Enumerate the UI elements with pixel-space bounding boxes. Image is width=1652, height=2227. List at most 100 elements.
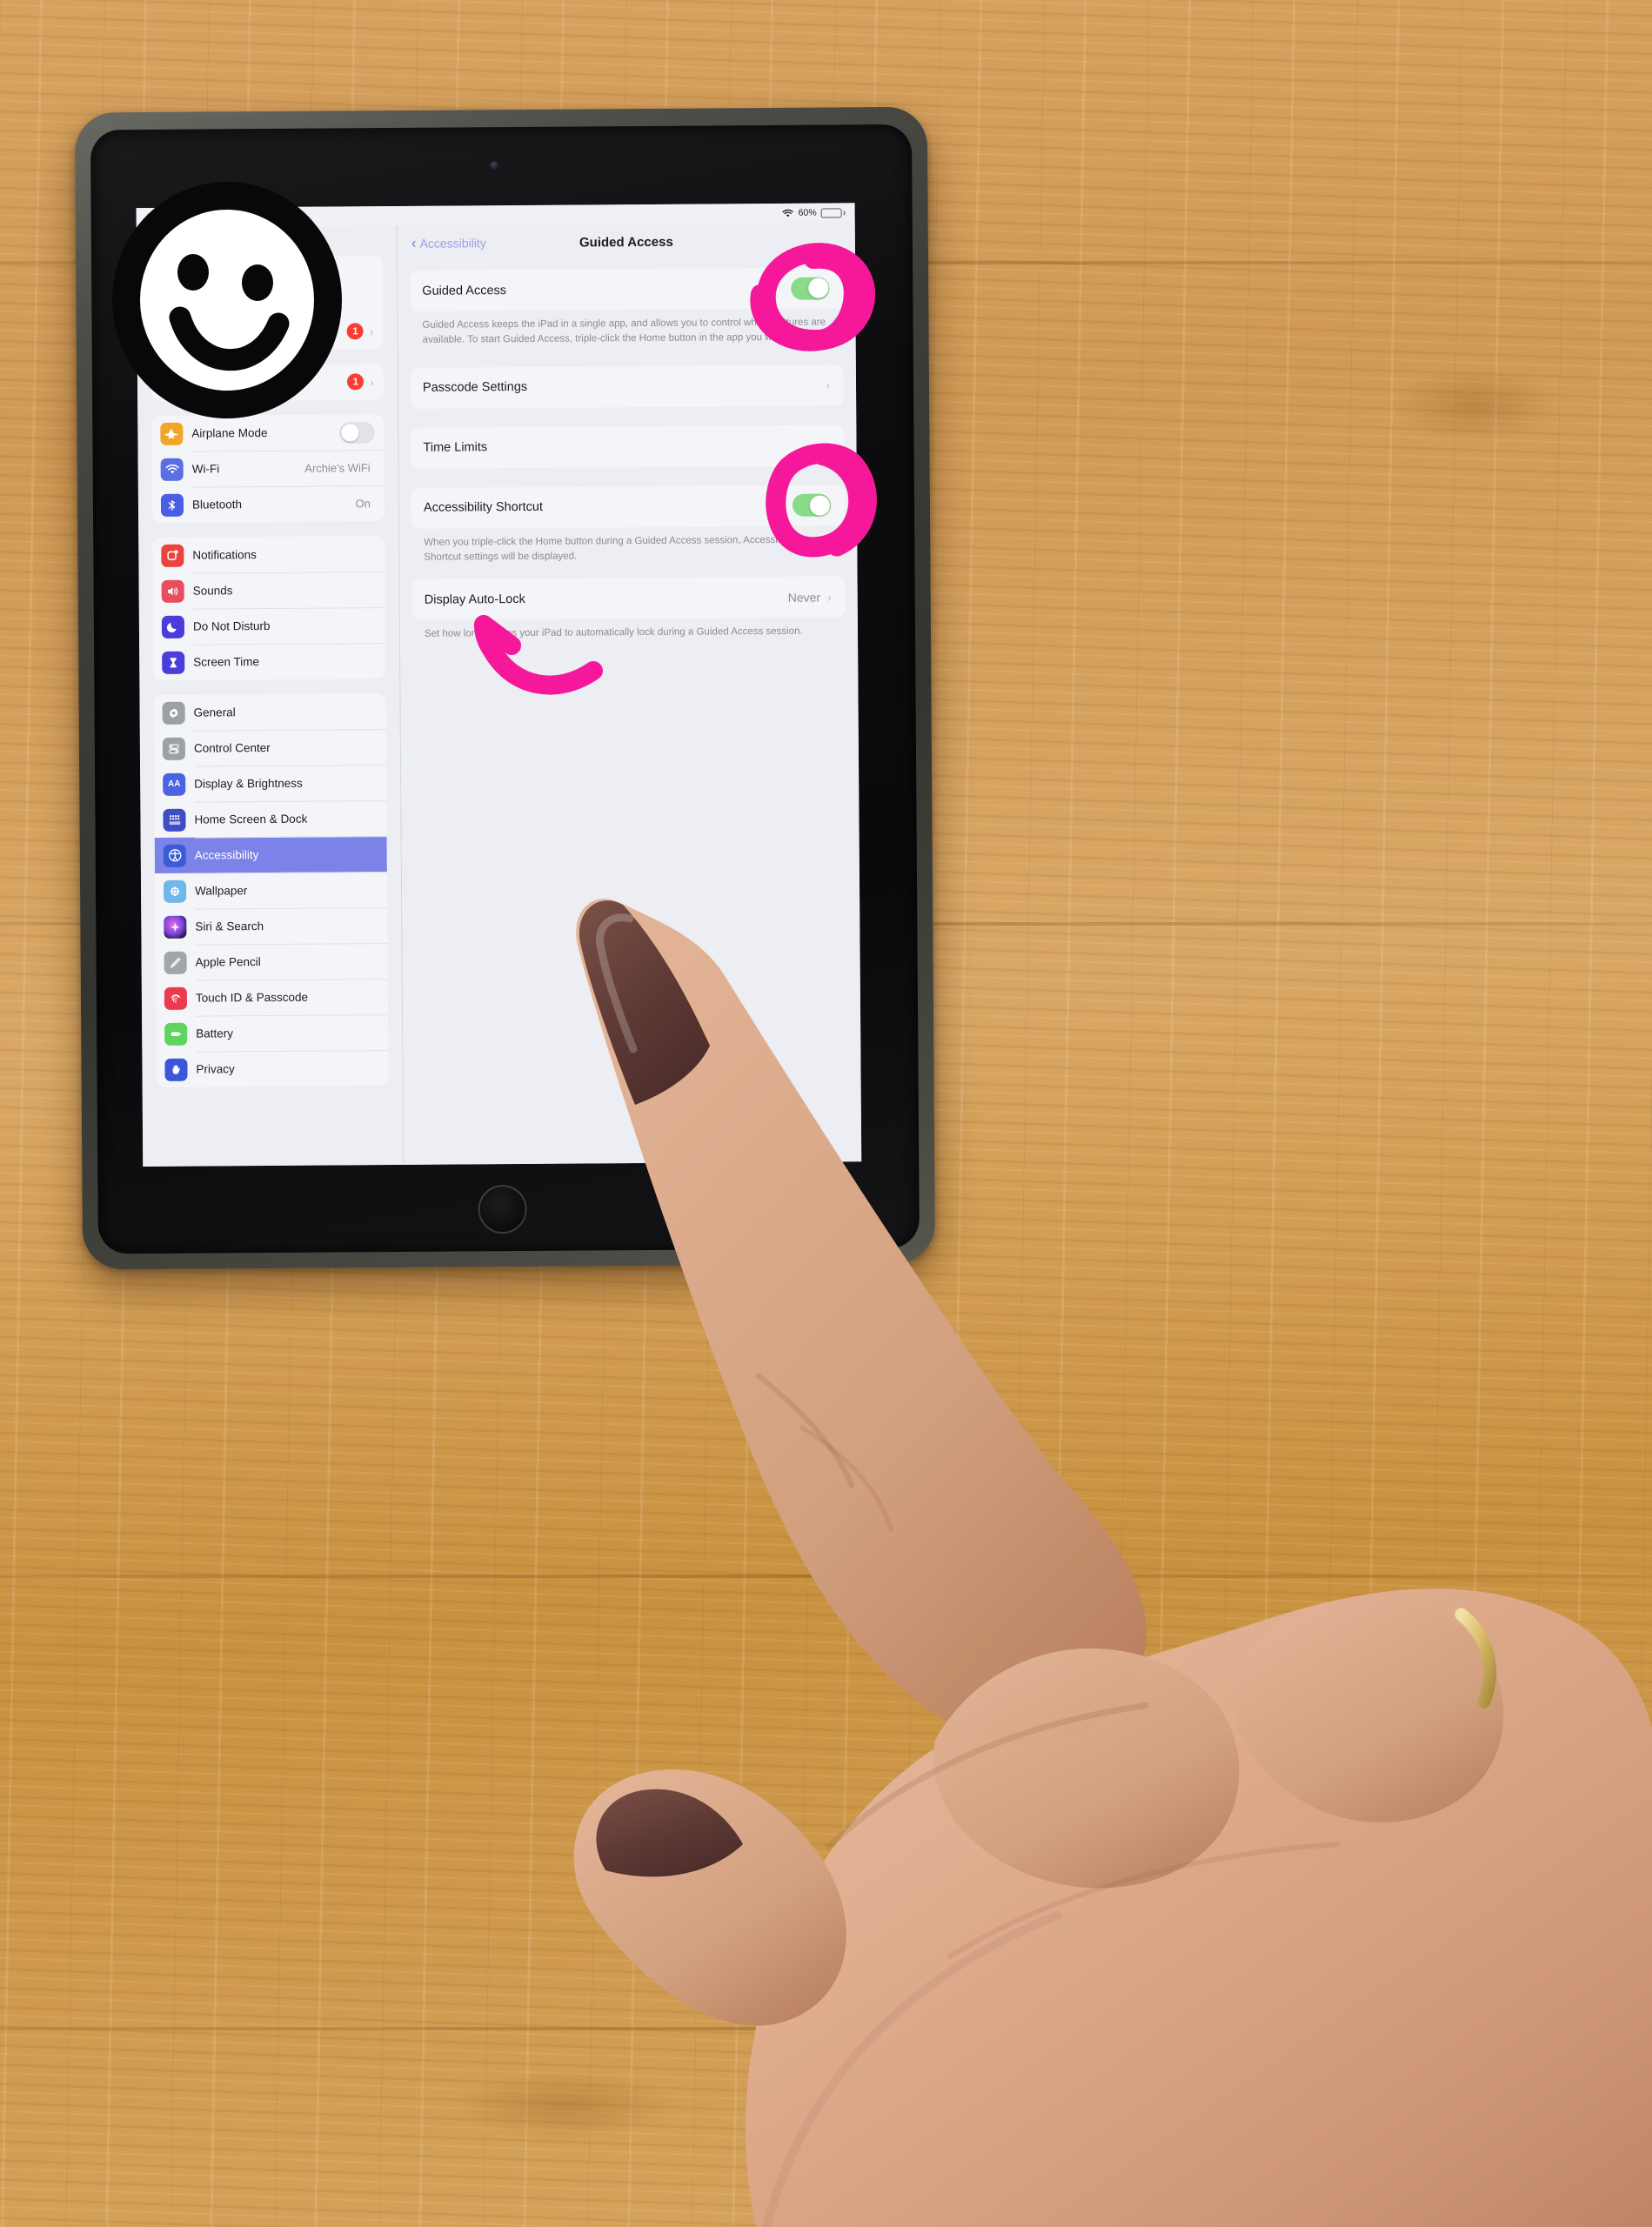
chevron-right-icon: › (826, 590, 832, 605)
sidebar-item-airplane-mode[interactable]: Airplane Mode (151, 414, 384, 451)
battery-percent-label: 60% (798, 207, 817, 218)
status-bar-right: 60% (782, 207, 846, 218)
wallpaper-icon (163, 879, 187, 903)
sidebar-item-notifications[interactable]: Notifications (152, 536, 385, 573)
sidebar-item-label: Finish Setting Up Your iPad (159, 375, 304, 390)
status-badge: 1 (347, 373, 365, 391)
back-button-label: Accessibility (419, 236, 486, 251)
chevron-right-icon: › (826, 438, 831, 452)
sidebar-item-display-and-brightness[interactable]: AA Display & Brightness (154, 765, 386, 802)
sidebar-item-label: Sounds (192, 584, 233, 598)
apple-id-name: Brown (206, 271, 244, 288)
chevron-left-icon: ‹ (411, 234, 417, 251)
sidebar-item-label: Screen Time (193, 655, 260, 669)
sidebar-item-touch-id-and-passcode[interactable]: Touch ID & Passcode (156, 979, 388, 1016)
accessibility-shortcut-toggle[interactable] (792, 493, 832, 517)
avatar (159, 267, 197, 305)
guided-access-label: Guided Access (422, 283, 507, 298)
sidebar-item-wallpaper[interactable]: Wallpaper (155, 872, 387, 909)
detail-scroll[interactable]: Guided Access Guided Access keeps the iP… (398, 258, 861, 1165)
bluetooth-icon (160, 493, 184, 517)
ipad-screen: 4:24 PM Tue May 11 60% Settings Brown d,… (136, 203, 862, 1167)
sidebar-item-control-center[interactable]: Control Center (154, 729, 386, 766)
sidebar-item-home-screen-and-dock[interactable]: Home Screen & Dock (154, 800, 386, 838)
sounds-icon (161, 579, 184, 603)
display-brightness-icon: AA (163, 772, 186, 796)
sidebar-item-apple-id[interactable]: Brown d, Media & Purchases (150, 256, 383, 315)
sidebar-item-battery[interactable]: Battery (156, 1014, 388, 1052)
sidebar-item-accessibility[interactable]: Accessibility (154, 836, 387, 873)
moon-icon (161, 615, 185, 639)
gear-icon (162, 701, 185, 725)
passcode-settings-label: Passcode Settings (422, 379, 528, 395)
guided-access-detail-pane: ‹ Accessibility Guided Access Guided Acc… (397, 222, 862, 1165)
sidebar-item-label: Update Apple ID Settings (159, 324, 291, 339)
notifications-icon (161, 544, 184, 567)
sidebar-item-label: Bluetooth (191, 498, 243, 512)
sidebar-item-label: Battery (196, 1027, 234, 1040)
sidebar-item-do-not-disturb[interactable]: Do Not Disturb (153, 607, 385, 645)
battery-icon (820, 207, 846, 218)
sidebar-item-siri-and-search[interactable]: Siri & Search (155, 907, 387, 945)
sidebar-item-label: Do Not Disturb (192, 619, 271, 633)
passcode-settings-row[interactable]: Passcode Settings › (410, 364, 845, 409)
alerts-group: Notifications Sounds Do Not Disturb Scre… (152, 536, 386, 680)
photo-scene: 4:24 PM Tue May 11 60% Settings Brown d,… (0, 0, 1652, 2227)
siri-icon (164, 915, 187, 939)
sidebar-item-wifi[interactable]: Wi-Fi Archie's WiFi (152, 450, 385, 487)
sidebar-item-label: Home Screen & Dock (194, 812, 308, 826)
ipad-device: 4:24 PM Tue May 11 60% Settings Brown d,… (0, 0, 1652, 2227)
sidebar-item-label: Wallpaper (195, 884, 248, 898)
display-auto-lock-description: Set how long it takes your iPad to autom… (424, 625, 803, 639)
display-auto-lock-row[interactable]: Display Auto-Lock Never › (411, 576, 846, 620)
display-auto-lock-value: Never (787, 590, 821, 605)
sidebar-item-sounds[interactable]: Sounds (153, 572, 385, 609)
settings-sidebar[interactable]: Settings Brown d, Media & Purchases Upda… (136, 224, 405, 1167)
guided-access-row[interactable]: Guided Access (410, 267, 844, 311)
bluetooth-state-value: On (355, 497, 371, 511)
sidebar-item-general[interactable]: General (153, 693, 385, 731)
airplane-mode-toggle[interactable] (339, 421, 375, 443)
sidebar-item-label: Wi-Fi (191, 462, 220, 476)
system-group: General Control Center AA Display & Brig… (153, 693, 389, 1087)
time-limits-row[interactable]: Time Limits › (411, 424, 845, 469)
status-date: Tue May 11 (188, 211, 237, 223)
sidebar-item-label: Touch ID & Passcode (195, 990, 309, 1005)
sidebar-item-label: Apple Pencil (195, 955, 261, 969)
sidebar-item-label: Control Center (193, 741, 271, 755)
apple-pencil-icon (164, 951, 187, 974)
status-bar-left: 4:24 PM Tue May 11 (145, 211, 236, 223)
sidebar-item-bluetooth[interactable]: Bluetooth On (152, 485, 385, 523)
sidebar-item-label: Display & Brightness (194, 776, 303, 791)
sidebar-item-finish-setting-up-your-ipad[interactable]: Finish Setting Up Your iPad 1 › (151, 364, 384, 401)
control-center-icon (162, 737, 186, 760)
wifi-icon (160, 458, 184, 481)
privacy-hand-icon (164, 1058, 188, 1081)
sidebar-item-label: Airplane Mode (191, 426, 268, 440)
home-button[interactable] (478, 1184, 527, 1234)
sidebar-item-screen-time[interactable]: Screen Time (153, 643, 385, 680)
back-button-accessibility[interactable]: ‹ Accessibility (411, 234, 486, 251)
finish-setup-group: Finish Setting Up Your iPad 1 › (150, 364, 385, 401)
sidebar-item-apple-pencil[interactable]: Apple Pencil (155, 943, 387, 980)
chevron-right-icon: › (369, 324, 374, 338)
status-badge: 1 (346, 323, 364, 340)
sidebar-item-label: General (193, 706, 236, 719)
status-time: 4:24 PM (144, 211, 179, 223)
sidebar-item-label: Siri & Search (195, 920, 264, 933)
touch-id-icon (164, 986, 188, 1010)
navigation-bar: ‹ Accessibility Guided Access (398, 222, 855, 262)
connectivity-group: Airplane Mode Wi-Fi Archie's WiFi Blueto… (151, 414, 385, 523)
battery-icon (164, 1022, 188, 1046)
sidebar-item-label: Accessibility (194, 848, 259, 862)
wifi-network-value: Archie's WiFi (304, 461, 371, 475)
accessibility-shortcut-label: Accessibility Shortcut (423, 499, 544, 515)
accessibility-shortcut-row[interactable]: Accessibility Shortcut (411, 484, 846, 529)
time-limits-label: Time Limits (423, 440, 488, 455)
sidebar-scroll[interactable]: Brown d, Media & Purchases Update Apple … (137, 256, 403, 1167)
sidebar-item-label: Notifications (192, 548, 257, 562)
sidebar-item-update-apple-id-settings[interactable]: Update Apple ID Settings 1 › (150, 313, 383, 351)
display-auto-lock-label: Display Auto-Lock (424, 592, 525, 607)
guided-access-toggle[interactable] (791, 277, 830, 300)
sidebar-item-privacy[interactable]: Privacy (156, 1050, 388, 1087)
